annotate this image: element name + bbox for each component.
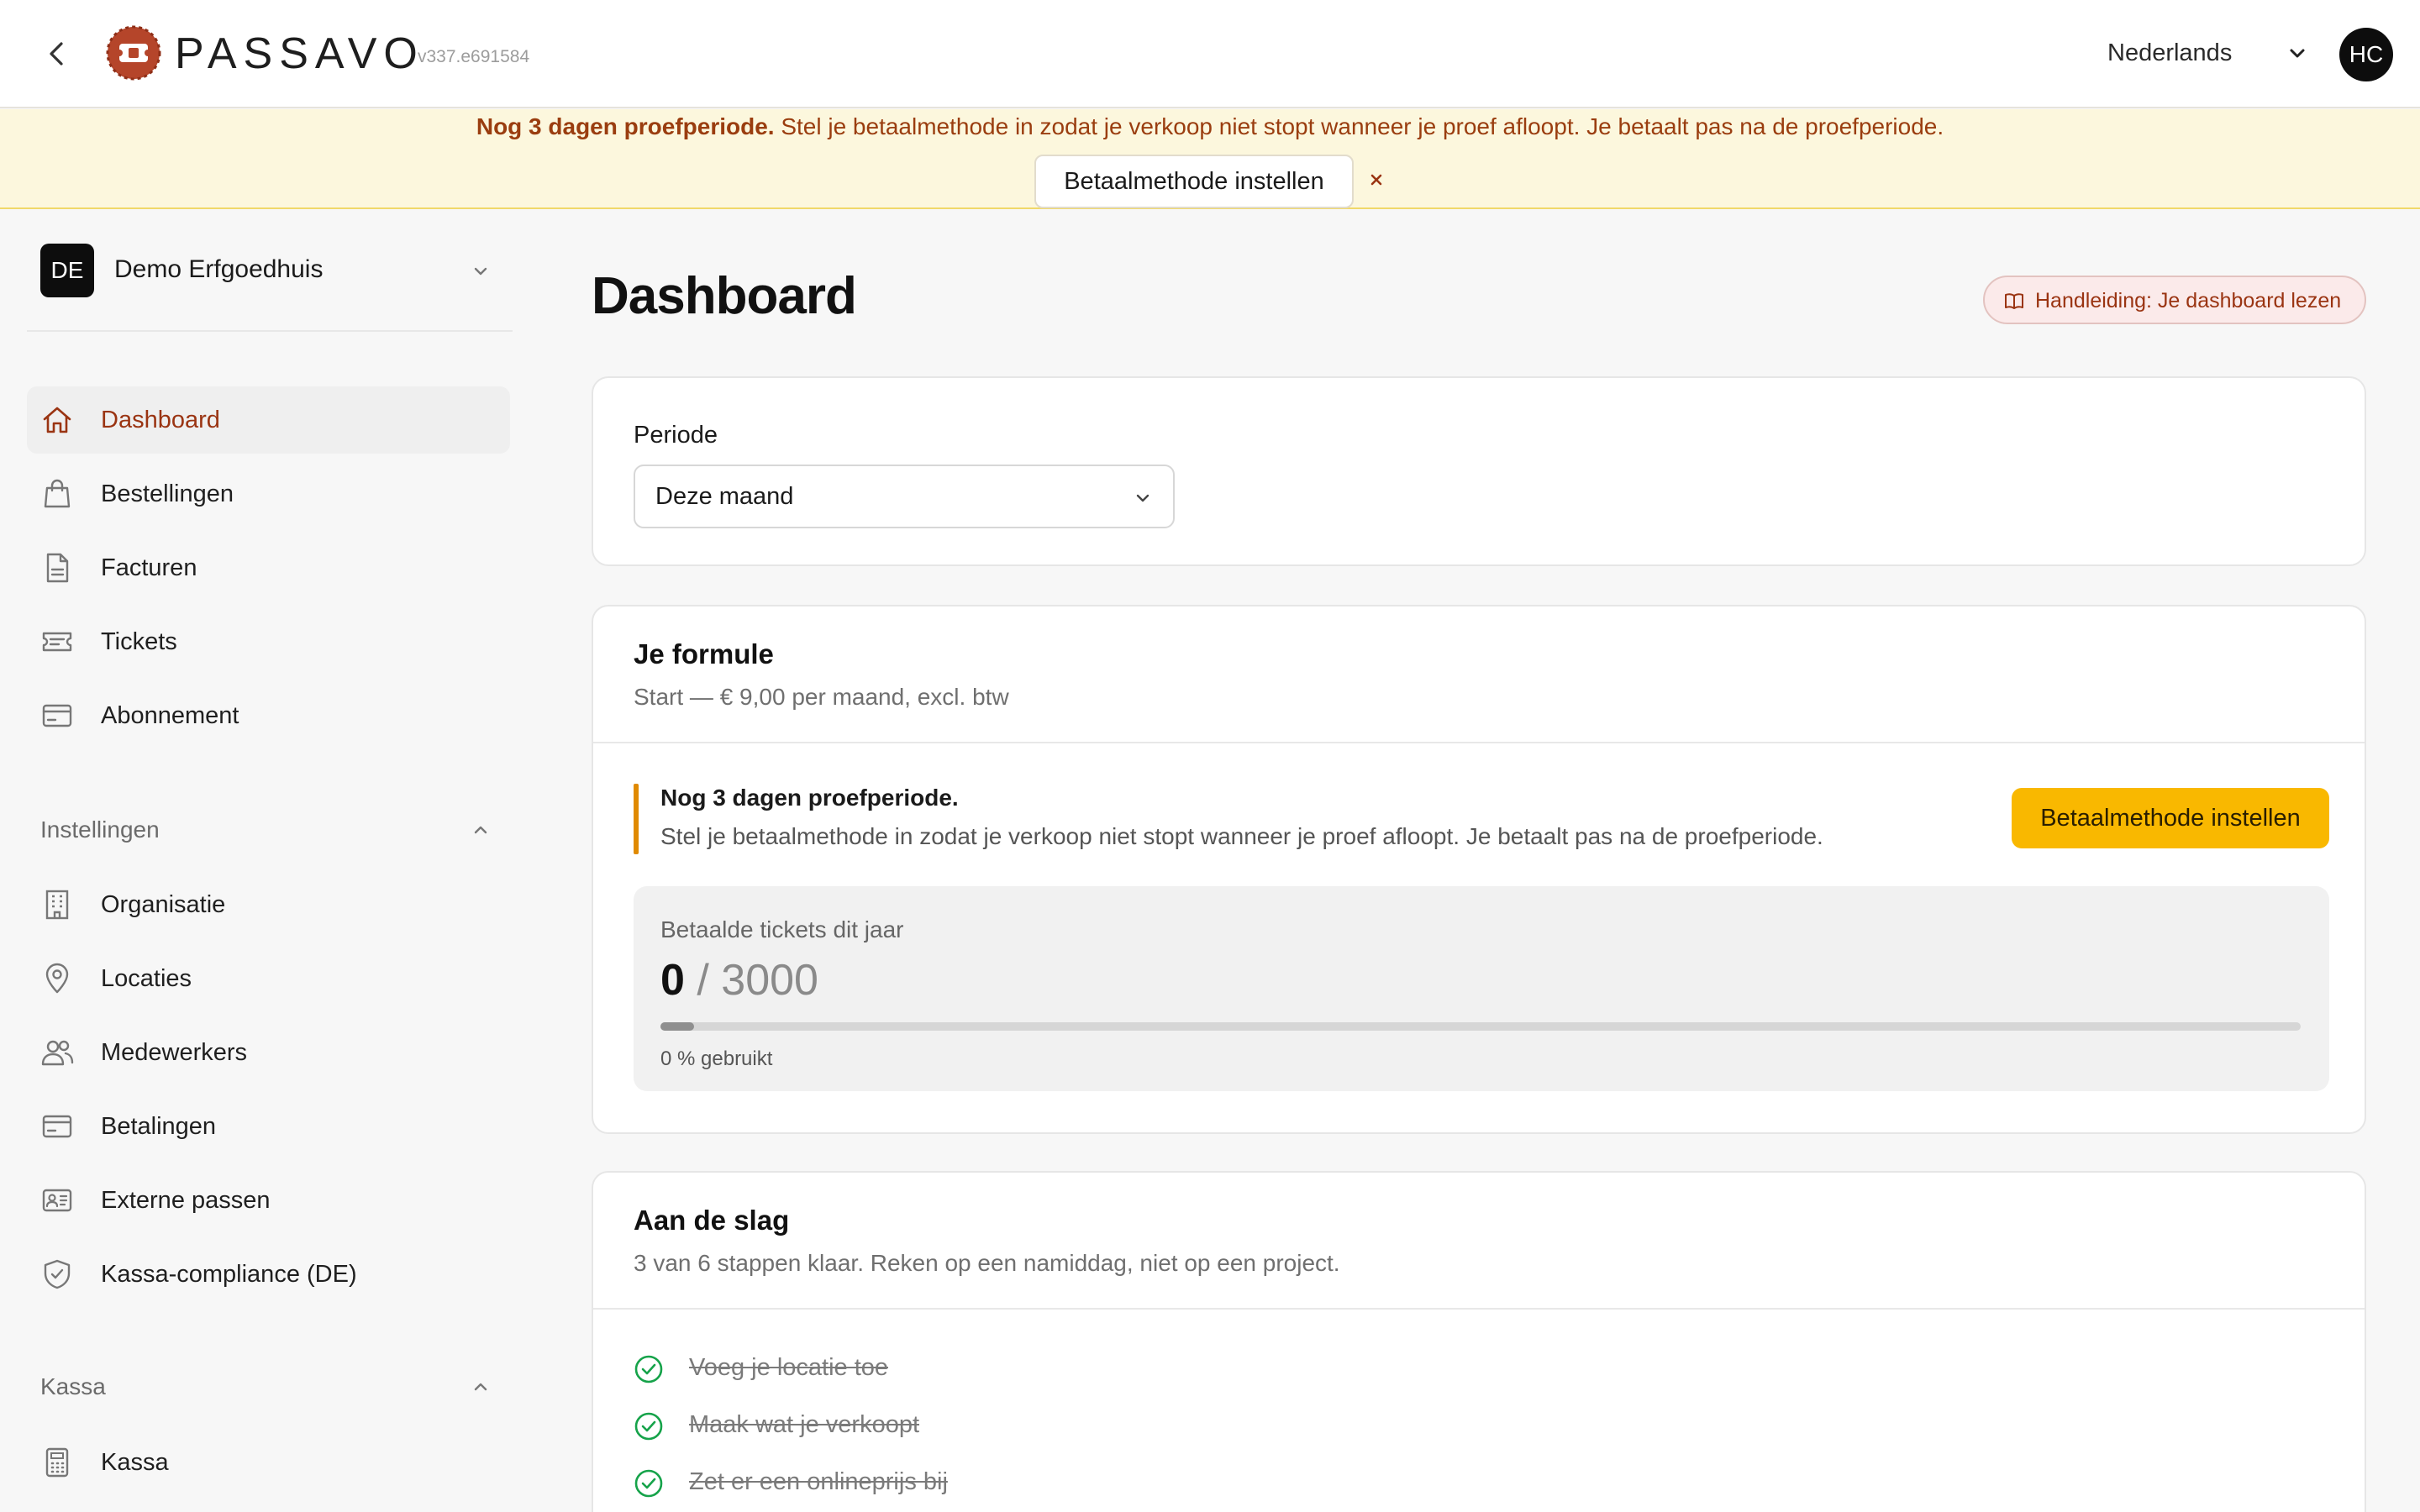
sidebar-item-label: Kassa (101, 1449, 169, 1476)
sidebar-item-dashboard[interactable]: Dashboard (27, 386, 510, 454)
sidebar-item-label: Dashboard (101, 407, 220, 433)
building-icon (40, 888, 74, 921)
card-divider (593, 1308, 2365, 1310)
card-divider (593, 742, 2365, 743)
step-label[interactable]: Voeg je locatie toe (689, 1354, 888, 1382)
calculator-icon (40, 1446, 74, 1479)
sidebar-item-label: Facturen (101, 554, 197, 581)
sidebar-item-label: Bestellingen (101, 480, 234, 507)
sidebar-item-abonnement[interactable]: Abonnement (27, 682, 510, 749)
sidebar-item-locaties[interactable]: Locaties (27, 945, 510, 1012)
usage-label: Betaalde tickets dit jaar (660, 916, 904, 942)
usage-separator: / (697, 956, 709, 1005)
guide-button-label: Handleiding: Je dashboard lezen (2035, 289, 2342, 312)
formula-subtitle: Start — € 9,00 per maand, excl. btw (634, 684, 1009, 710)
sidebar-item-label: Abonnement (101, 702, 239, 729)
credit-card-icon (40, 1110, 74, 1143)
getting-started-title: Aan de slag (634, 1205, 790, 1236)
map-pin-icon (40, 962, 74, 995)
close-icon[interactable] (1365, 168, 1388, 192)
getting-started-subtitle: 3 van 6 stappen klaar. Reken op een nami… (634, 1250, 1340, 1276)
sidebar-item-label: Organisatie (101, 891, 226, 918)
step-label[interactable]: Maak wat je verkoopt (689, 1411, 919, 1439)
sidebar-item-externe-passen[interactable]: Externe passen (27, 1167, 510, 1234)
shield-check-icon (40, 1257, 74, 1291)
brand-name: PASSAVO (175, 29, 424, 78)
check-circle-icon (634, 1468, 664, 1499)
formula-card: Je formule Start — € 9,00 per maand, exc… (592, 605, 2366, 1134)
formula-title: Je formule (634, 638, 774, 669)
trial-notice-title: Nog 3 dagen proefperiode. (660, 785, 959, 811)
book-icon (2003, 290, 2025, 312)
shopping-bag-icon (40, 477, 74, 511)
usage-max: 3000 (721, 956, 818, 1005)
step-label[interactable]: Zet er een onlineprijs bij (689, 1468, 948, 1496)
sidebar-item-facturen[interactable]: Facturen (27, 534, 510, 601)
sidebar-item-betalingen[interactable]: Betalingen (27, 1093, 510, 1160)
sidebar-section-kassa[interactable]: Kassa (40, 1373, 106, 1400)
period-select[interactable]: Deze maand (634, 465, 1175, 528)
id-card-icon (40, 1184, 74, 1217)
users-icon (40, 1036, 74, 1069)
user-avatar[interactable]: HC (2339, 28, 2393, 81)
period-select-value: Deze maand (655, 483, 794, 510)
sidebar-item-bestellingen[interactable]: Bestellingen (27, 460, 510, 528)
sidebar-item-label: Medewerkers (101, 1039, 248, 1066)
org-avatar: DE (40, 244, 94, 297)
app-version: v337.e691584 (418, 47, 530, 66)
trial-banner-message: Stel je betaalmethode in zodat je verkoo… (781, 113, 1944, 139)
sidebar-item-label: Tickets (101, 628, 177, 655)
usage-current: 0 (660, 956, 685, 1005)
back-arrow-icon[interactable] (40, 37, 74, 71)
usage-count: 0 / 3000 (660, 955, 818, 1005)
sidebar-item-medewerkers[interactable]: Medewerkers (27, 1019, 510, 1086)
chevron-up-icon[interactable] (469, 1375, 492, 1399)
set-payment-method-button[interactable]: Betaalmethode instellen (2012, 788, 2329, 848)
trial-banner-title: Nog 3 dagen proefperiode. (476, 113, 775, 139)
ticket-usage-panel: Betaalde tickets dit jaar 0 / 3000 0 % g… (634, 886, 2329, 1091)
sidebar-item-organisatie[interactable]: Organisatie (27, 871, 510, 938)
top-bar: PASSAVO v337.e691584 Nederlands HC (0, 0, 2420, 108)
chevron-down-icon (1131, 486, 1155, 510)
check-circle-icon (634, 1354, 664, 1384)
trial-notice-text: Stel je betaalmethode in zodat je verkoo… (660, 823, 1823, 849)
period-card: Periode Deze maand (592, 376, 2366, 566)
sidebar-item-label: Externe passen (101, 1187, 271, 1214)
home-icon (40, 403, 74, 437)
usage-percent: 0 % gebruikt (660, 1047, 773, 1070)
check-circle-icon (634, 1411, 664, 1441)
passavo-logo (106, 25, 161, 81)
sidebar-item-kassa-compliance[interactable]: Kassa-compliance (DE) (27, 1241, 510, 1308)
credit-card-icon (40, 699, 74, 732)
usage-progress-fill (660, 1022, 694, 1031)
page-title: Dashboard (592, 267, 857, 325)
guide-button[interactable]: Handleiding: Je dashboard lezen (1983, 276, 2366, 324)
chevron-down-icon[interactable] (469, 260, 492, 283)
sidebar-item-kassa[interactable]: Kassa (27, 1429, 510, 1496)
sidebar-item-tickets[interactable]: Tickets (27, 608, 510, 675)
language-select[interactable]: Nederlands (2107, 39, 2232, 67)
notice-accent-bar (634, 784, 639, 854)
sidebar-item-label: Betalingen (101, 1113, 217, 1140)
chevron-down-icon[interactable] (2286, 42, 2309, 66)
period-label: Periode (634, 422, 718, 449)
ticket-icon (40, 625, 74, 659)
org-switcher[interactable]: Demo Erfgoedhuis (114, 255, 323, 284)
sidebar-section-settings[interactable]: Instellingen (40, 816, 160, 843)
sidebar-item-label: Kassa-compliance (DE) (101, 1261, 357, 1288)
file-icon (40, 551, 74, 585)
getting-started-card: Aan de slag 3 van 6 stappen klaar. Reken… (592, 1171, 2366, 1512)
sidebar-divider (27, 330, 513, 332)
trial-banner-payment-button[interactable]: Betaalmethode instellen (1034, 155, 1354, 208)
sidebar-item-label: Locaties (101, 965, 192, 992)
trial-banner-text: Nog 3 dagen proefperiode. Stel je betaal… (0, 109, 2420, 143)
chevron-up-icon[interactable] (469, 818, 492, 842)
usage-progress-bar (660, 1022, 2301, 1031)
